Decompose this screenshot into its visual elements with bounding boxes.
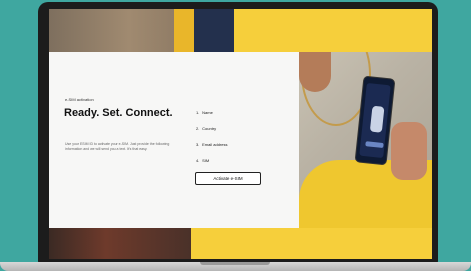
step-number: 1. xyxy=(196,110,200,115)
step-item-name: 1. Name xyxy=(196,110,286,115)
top-photo-person-yellow xyxy=(174,9,194,52)
top-banner xyxy=(49,9,432,52)
activation-steps-list: 1. Name 2. Country 3. Email address 4. S… xyxy=(196,110,286,174)
top-yellow-block xyxy=(234,9,432,52)
step-label: Email address xyxy=(202,142,228,147)
phone-screen xyxy=(359,82,391,159)
step-number: 4. xyxy=(196,158,200,163)
bottom-photo xyxy=(49,228,191,259)
laptop-notch xyxy=(200,262,270,265)
car-icon xyxy=(369,105,385,133)
bottom-yellow-block xyxy=(191,228,432,259)
hero-eyebrow: e-SIM activation xyxy=(65,97,94,102)
step-label: Name xyxy=(202,110,213,115)
step-item-country: 2. Country xyxy=(196,126,286,131)
hero-headline: Ready. Set. Connect. xyxy=(64,107,173,119)
laptop-base xyxy=(0,262,471,271)
step-label: SIM xyxy=(202,158,210,163)
bottom-banner xyxy=(49,228,432,259)
step-item-sim: 4. SIM xyxy=(196,158,286,163)
hero-photo xyxy=(299,52,432,228)
step-label: Country xyxy=(202,126,217,131)
person-face xyxy=(299,52,331,92)
hero-text-panel: e-SIM activation Ready. Set. Connect. Us… xyxy=(49,52,299,228)
step-number: 3. xyxy=(196,142,200,147)
step-number: 2. xyxy=(196,126,200,131)
activate-esim-button[interactable]: Activate e-SIM xyxy=(195,172,261,185)
laptop-screen: e-SIM activation Ready. Set. Connect. Us… xyxy=(49,9,432,259)
hero-body-copy: Use your ESIM ID to activate your e-SIM.… xyxy=(65,142,170,152)
top-photo-person-navy xyxy=(194,9,234,52)
top-photo xyxy=(49,9,194,52)
hero-section: e-SIM activation Ready. Set. Connect. Us… xyxy=(49,52,432,228)
person-hand xyxy=(391,122,427,180)
phone-app-button xyxy=(365,141,384,149)
step-item-email: 3. Email address xyxy=(196,142,286,147)
